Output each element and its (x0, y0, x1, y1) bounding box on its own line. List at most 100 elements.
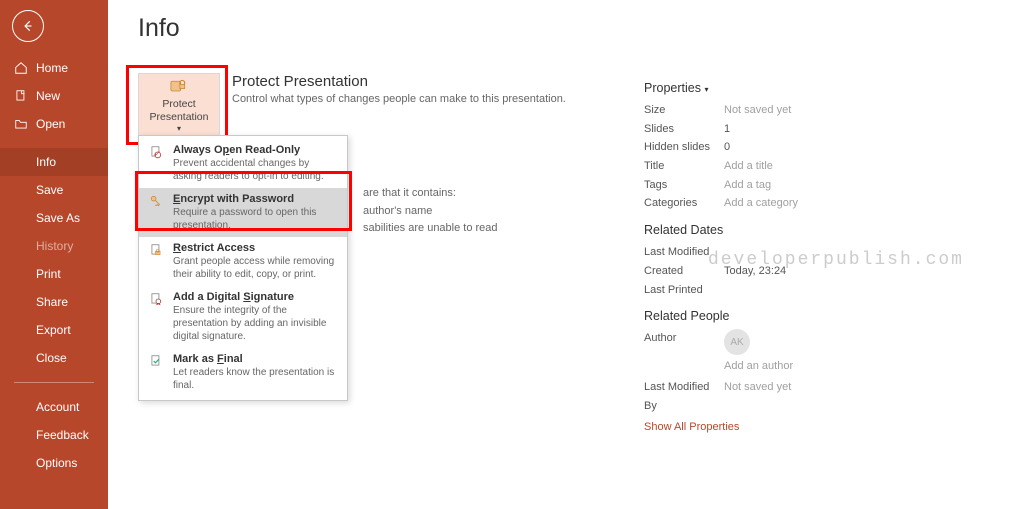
sidebar-item-label: Print (36, 267, 61, 281)
menu-item-always-open-read-only[interactable]: Always Open Read-OnlyPrevent accidental … (139, 139, 347, 188)
sidebar-item-home[interactable]: Home (0, 54, 108, 82)
properties-heading[interactable]: Properties ▾ (644, 81, 904, 95)
chevron-down-icon: ▾ (177, 124, 181, 134)
related-people-heading: Related People (644, 309, 904, 323)
doc-lock-icon (147, 242, 165, 281)
protect-presentation-menu: Always Open Read-OnlyPrevent accidental … (138, 135, 348, 401)
related-dates-heading: Related Dates (644, 223, 904, 237)
menu-item-title: Restrict Access (173, 242, 337, 254)
shield-lock-icon (168, 78, 190, 94)
property-key: Size (644, 101, 724, 120)
sidebar-item-label: History (36, 239, 73, 253)
sidebar-item-close[interactable]: Close (0, 344, 108, 372)
sidebar-item-feedback[interactable]: Feedback (0, 421, 108, 449)
protect-section: Protect Presentation ▾ Protect Presentat… (138, 73, 608, 433)
properties-panel: Properties ▾ SizeNot saved yetSlides1Hid… (644, 73, 904, 433)
property-row: Hidden slides0 (644, 138, 904, 157)
date-row: Last Modified (644, 243, 904, 262)
sidebar-item-export[interactable]: Export (0, 316, 108, 344)
sidebar-item-label: Open (36, 117, 65, 131)
sidebar-item-label: Options (36, 456, 77, 470)
partial-background-text: are that it contains: author's name sabi… (363, 185, 498, 238)
protect-heading: Protect Presentation (232, 73, 566, 90)
menu-item-mark-as-final[interactable]: Mark as FinalLet readers know the presen… (139, 348, 347, 397)
menu-item-title: Always Open Read-Only (173, 144, 337, 156)
menu-item-description: Grant people access while removing their… (173, 255, 337, 281)
menu-item-restrict-access[interactable]: Restrict AccessGrant people access while… (139, 237, 347, 286)
folder-icon (14, 117, 28, 131)
sidebar-item-new[interactable]: New (0, 82, 108, 110)
doc-final-icon (147, 353, 165, 392)
sidebar-item-label: Feedback (36, 428, 89, 442)
property-key: Categories (644, 194, 724, 213)
sidebar-divider (14, 382, 94, 383)
menu-item-title: Encrypt with Password (173, 193, 337, 205)
sidebar-item-label: Info (36, 155, 56, 169)
sidebar-item-label: Share (36, 295, 68, 309)
property-key: Hidden slides (644, 138, 724, 157)
chevron-down-icon: ▾ (704, 85, 708, 94)
date-key: Last Printed (644, 281, 724, 300)
show-all-properties-link[interactable]: Show All Properties (644, 421, 904, 433)
main-panel: Info Protect Presentation ▾ Protect Pres… (108, 0, 1024, 509)
home-icon (14, 61, 28, 75)
sidebar: Home New Open Info Save Save As History Print S… (0, 0, 108, 509)
date-row: Last Printed (644, 281, 904, 300)
sidebar-item-label: Export (36, 323, 71, 337)
sidebar-item-open[interactable]: Open (0, 110, 108, 138)
property-value: Add a tag (724, 176, 771, 195)
menu-item-description: Ensure the integrity of the presentation… (173, 304, 337, 343)
menu-item-encrypt-with-password[interactable]: Encrypt with PasswordRequire a password … (139, 188, 347, 237)
sidebar-item-save-as[interactable]: Save As (0, 204, 108, 232)
menu-item-description: Require a password to open this presenta… (173, 206, 337, 232)
modified-by-label: Last Modified By (644, 378, 724, 415)
property-value: Add a category (724, 194, 798, 213)
sidebar-item-account[interactable]: Account (0, 393, 108, 421)
property-row[interactable]: SizeNot saved yet (644, 101, 904, 120)
property-row[interactable]: CategoriesAdd a category (644, 194, 904, 213)
doc-ribbon-icon (147, 291, 165, 343)
property-value: 1 (724, 120, 730, 139)
author-avatar[interactable]: AK (724, 329, 750, 355)
protect-description: Control what types of changes people can… (232, 93, 566, 105)
property-value: Not saved yet (724, 101, 791, 120)
page-title: Info (138, 14, 1024, 43)
sidebar-item-label: Account (36, 400, 79, 414)
menu-item-description: Prevent accidental changes by asking rea… (173, 157, 337, 183)
sidebar-item-history: History (0, 232, 108, 260)
sidebar-item-label: Save As (36, 211, 80, 225)
sidebar-item-label: Home (36, 61, 68, 75)
date-row: CreatedToday, 23:24 (644, 262, 904, 281)
date-value: Today, 23:24 (724, 262, 786, 281)
sidebar-item-print[interactable]: Print (0, 260, 108, 288)
protect-button-label: Protect Presentation (141, 98, 217, 123)
sidebar-item-save[interactable]: Save (0, 176, 108, 204)
protect-presentation-button[interactable]: Protect Presentation ▾ (138, 73, 220, 137)
date-key: Created (644, 262, 724, 281)
menu-item-add-a-digital-signature[interactable]: Add a Digital SignatureEnsure the integr… (139, 286, 347, 348)
author-label: Author (644, 329, 724, 355)
menu-item-title: Add a Digital Signature (173, 291, 337, 303)
sidebar-item-info[interactable]: Info (0, 148, 108, 176)
doc-icon (14, 89, 28, 103)
property-value: Add a title (724, 157, 773, 176)
doc-check-icon (147, 144, 165, 183)
back-button[interactable] (12, 10, 44, 42)
property-key: Slides (644, 120, 724, 139)
key-icon (147, 193, 165, 232)
property-row[interactable]: TagsAdd a tag (644, 176, 904, 195)
modified-by-value: Not saved yet (724, 378, 791, 415)
sidebar-item-label: Close (36, 351, 67, 365)
sidebar-item-label: New (36, 89, 60, 103)
property-row[interactable]: TitleAdd a title (644, 157, 904, 176)
menu-item-title: Mark as Final (173, 353, 337, 365)
property-key: Tags (644, 176, 724, 195)
sidebar-item-share[interactable]: Share (0, 288, 108, 316)
sidebar-item-options[interactable]: Options (0, 449, 108, 477)
sidebar-item-label: Save (36, 183, 63, 197)
date-key: Last Modified (644, 243, 724, 262)
menu-item-description: Let readers know the presentation is fin… (173, 366, 337, 392)
add-author-link[interactable]: Add an author (724, 357, 793, 376)
property-key: Title (644, 157, 724, 176)
arrow-left-icon (21, 19, 35, 33)
